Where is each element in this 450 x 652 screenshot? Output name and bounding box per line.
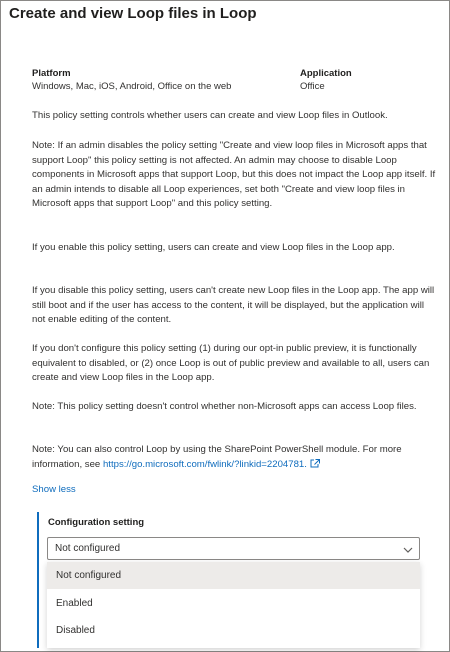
dropdown-selected-value: Not configured — [55, 543, 121, 554]
enable-paragraph: If you enable this policy setting, users… — [32, 242, 395, 253]
fwlink-link[interactable]: https://go.microsoft.com/fwlink/?linkid=… — [103, 459, 307, 470]
external-link-icon[interactable] — [310, 458, 320, 474]
chevron-down-icon — [402, 543, 414, 561]
configuration-dropdown[interactable]: Not configured — [47, 537, 420, 560]
option-disabled[interactable]: Disabled — [47, 617, 420, 644]
show-less-link[interactable]: Show less — [32, 484, 76, 495]
description-paragraph: This policy setting controls whether use… — [32, 110, 388, 121]
note-paragraph: Note: If an admin disables the policy se… — [32, 140, 436, 209]
configuration-setting-section: Configuration setting Not configured Not… — [37, 512, 427, 648]
platform-label: Platform — [32, 68, 71, 79]
option-label: Not configured — [56, 570, 122, 581]
dropdown-menu: Not configured Enabled Disabled — [47, 562, 420, 648]
application-label: Application — [300, 68, 352, 79]
option-label: Disabled — [56, 625, 95, 636]
page-title: Create and view Loop files in Loop — [9, 5, 257, 22]
powershell-note-paragraph: Note: You can also control Loop by using… — [32, 443, 437, 473]
platform-value: Windows, Mac, iOS, Android, Office on th… — [32, 81, 232, 92]
option-label: Enabled — [56, 598, 93, 609]
option-not-configured[interactable]: Not configured — [47, 562, 420, 589]
not-configured-paragraph: If you don't configure this policy setti… — [32, 343, 430, 383]
policy-panel: Create and view Loop files in Loop Platf… — [0, 0, 450, 652]
configuration-setting-label: Configuration setting — [48, 517, 145, 528]
option-enabled[interactable]: Enabled — [47, 590, 420, 617]
non-microsoft-note-paragraph: Note: This policy setting doesn't contro… — [32, 401, 417, 412]
application-value: Office — [300, 81, 325, 92]
disable-paragraph: If you disable this policy setting, user… — [32, 285, 435, 325]
